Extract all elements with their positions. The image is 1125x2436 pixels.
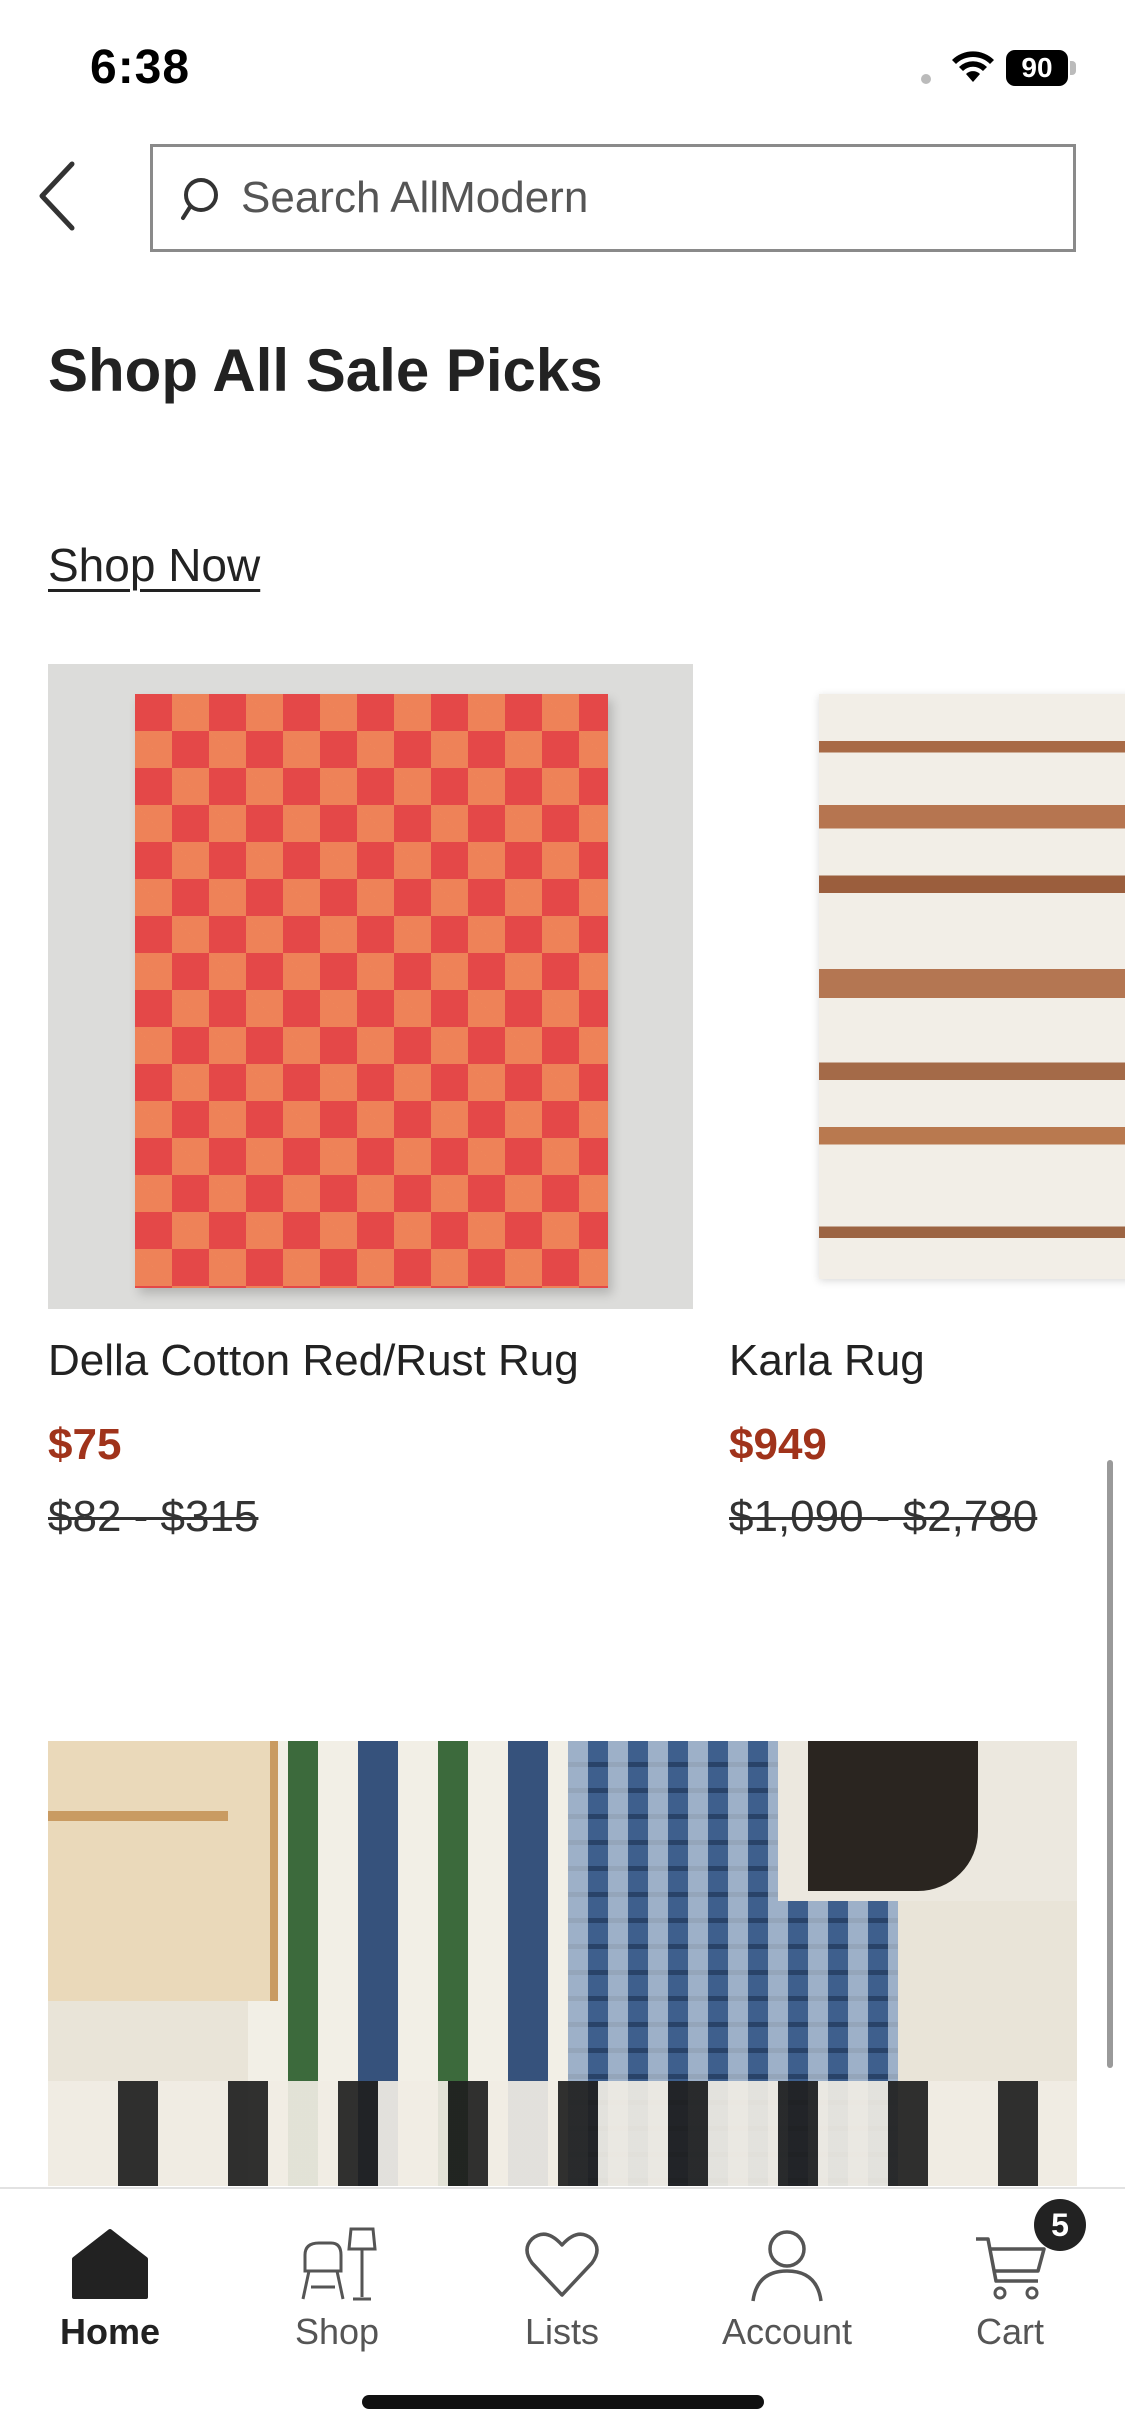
section-title: Shop All Sale Picks bbox=[48, 337, 603, 404]
shop-now-link[interactable]: Shop Now bbox=[48, 538, 260, 592]
product-sale-price: $75 bbox=[48, 1420, 122, 1469]
black-white-rug bbox=[48, 2081, 1077, 2186]
tab-account[interactable]: Account bbox=[697, 2207, 877, 2357]
home-indicator[interactable] bbox=[362, 2395, 764, 2409]
tab-lists-label: Lists bbox=[524, 2311, 600, 2352]
tan-rug-line bbox=[48, 1811, 228, 1821]
tab-cart-label: Cart bbox=[975, 2311, 1044, 2352]
tab-shop[interactable]: Shop bbox=[247, 2207, 427, 2357]
product-image-karla-rug[interactable] bbox=[729, 664, 1125, 1309]
battery-icon: 90 bbox=[1006, 50, 1076, 86]
search-icon bbox=[181, 178, 218, 220]
heart-icon bbox=[525, 2232, 599, 2297]
status-time: 6:38 bbox=[90, 41, 191, 94]
tab-lists[interactable]: Lists bbox=[472, 2207, 652, 2357]
tan-rug bbox=[48, 1741, 278, 2001]
page: 6:38 90 Search AllModern Shop All Sale P… bbox=[0, 0, 1125, 2436]
search-field[interactable]: Search AllModern bbox=[150, 144, 1076, 252]
tab-home[interactable]: Home bbox=[20, 2207, 200, 2357]
product-name[interactable]: Karla Rug bbox=[729, 1336, 925, 1386]
product-original-price: $1,090 - $2,780 bbox=[729, 1492, 1038, 1541]
rug-red-checkered-image bbox=[135, 694, 608, 1288]
dark-shape-rug bbox=[808, 1741, 978, 1891]
battery-cap bbox=[1070, 61, 1076, 75]
battery-level: 90 bbox=[1006, 50, 1068, 86]
status-indicator-dot bbox=[921, 74, 931, 84]
person-icon bbox=[751, 2230, 823, 2302]
home-icon bbox=[72, 2229, 148, 2299]
wifi-icon bbox=[952, 51, 994, 82]
scroll-indicator[interactable] bbox=[1107, 1460, 1113, 2068]
back-button[interactable] bbox=[34, 158, 84, 234]
product-image-della-rug[interactable] bbox=[48, 664, 693, 1309]
rug-karla-image bbox=[819, 694, 1125, 1279]
status-bar: 6:38 90 bbox=[0, 0, 1125, 130]
product-original-price: $82 - $315 bbox=[48, 1492, 259, 1541]
cart-count-badge: 5 bbox=[1034, 2199, 1086, 2251]
tab-shop-label: Shop bbox=[294, 2311, 380, 2352]
chair-lamp-icon bbox=[301, 2227, 377, 2301]
search-input[interactable]: Search AllModern bbox=[241, 147, 588, 249]
rugs-banner-image[interactable] bbox=[48, 1741, 1077, 2186]
tab-home-label: Home bbox=[59, 2311, 161, 2352]
product-sale-price: $949 bbox=[729, 1420, 827, 1469]
product-name[interactable]: Della Cotton Red/Rust Rug bbox=[48, 1336, 579, 1386]
tab-account-label: Account bbox=[721, 2311, 853, 2352]
